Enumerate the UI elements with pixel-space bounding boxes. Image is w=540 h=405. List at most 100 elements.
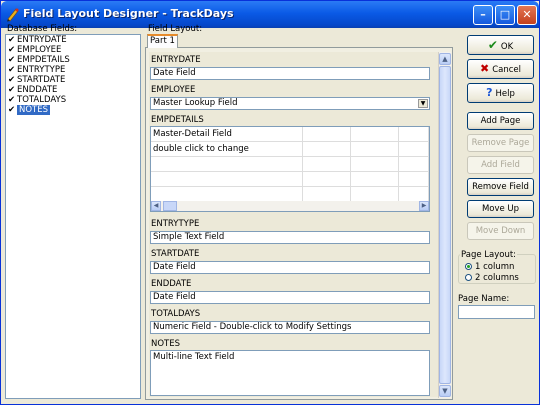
radio-selected-icon bbox=[465, 263, 472, 270]
close-button[interactable]: ✕ bbox=[517, 5, 537, 25]
radio-2-columns-label: 2 columns bbox=[475, 273, 519, 283]
chevron-down-icon[interactable]: ▼ bbox=[418, 99, 428, 108]
checkbox-checked-icon[interactable]: ✔ bbox=[8, 65, 15, 75]
empdetails-grid[interactable]: Master-Detail Field double click to chan… bbox=[150, 126, 430, 212]
grid-cell[interactable] bbox=[151, 157, 303, 172]
grid-row[interactable]: Master-Detail Field bbox=[151, 127, 429, 142]
scroll-right-icon[interactable]: ▶ bbox=[419, 201, 429, 211]
help-button-label: Help bbox=[495, 89, 515, 99]
database-fields-list[interactable]: ✔ ENTRYDATE ✔ EMPLOYEE ✔ EMPDETAILS ✔ ENTRYTYPE… bbox=[5, 34, 141, 399]
scroll-down-icon[interactable]: ▼ bbox=[439, 385, 451, 397]
page-name-input[interactable] bbox=[458, 305, 535, 319]
grid-cell[interactable]: Master-Detail Field bbox=[151, 127, 303, 142]
checkbox-checked-icon[interactable]: ✔ bbox=[8, 75, 15, 85]
entrydate-field[interactable]: Date Field bbox=[150, 67, 430, 80]
grid-cell[interactable] bbox=[303, 142, 351, 157]
move-up-button[interactable]: Move Up bbox=[467, 200, 534, 218]
list-item[interactable]: ✔ NOTES bbox=[6, 105, 140, 115]
remove-page-button[interactable]: Remove Page bbox=[467, 134, 534, 152]
checkbox-checked-icon[interactable]: ✔ bbox=[8, 45, 15, 55]
list-item-label: EMPLOYEE bbox=[17, 45, 62, 55]
grid-cell[interactable]: double click to change bbox=[151, 142, 303, 157]
grid-cell[interactable] bbox=[351, 187, 399, 202]
grid-cell[interactable] bbox=[351, 142, 399, 157]
list-item[interactable]: ✔ ENTRYDATE bbox=[6, 35, 140, 45]
grid-cell[interactable] bbox=[399, 142, 429, 157]
list-item[interactable]: ✔ ENTRYTYPE bbox=[6, 65, 140, 75]
grid-row[interactable] bbox=[151, 187, 429, 202]
grid-row[interactable]: double click to change bbox=[151, 142, 429, 157]
move-down-button[interactable]: Move Down bbox=[467, 222, 534, 240]
employee-label: EMPLOYEE bbox=[151, 85, 196, 95]
grid-row[interactable] bbox=[151, 157, 429, 172]
grid-cell[interactable] bbox=[303, 187, 351, 202]
grid-cell[interactable] bbox=[303, 127, 351, 142]
vertical-scroll-thumb[interactable] bbox=[439, 66, 451, 384]
list-item[interactable]: ✔ EMPDETAILS bbox=[6, 55, 140, 65]
add-field-button[interactable]: Add Field bbox=[467, 156, 534, 174]
database-fields-label: Database Fields: bbox=[7, 24, 78, 34]
checkbox-checked-icon[interactable]: ✔ bbox=[8, 105, 15, 115]
minimize-button[interactable]: – bbox=[473, 5, 493, 25]
startdate-field[interactable]: Date Field bbox=[150, 261, 430, 274]
employee-combobox-value: Master Lookup Field bbox=[153, 98, 238, 108]
totaldays-label: TOTALDAYS bbox=[151, 309, 201, 319]
title-bar[interactable]: Field Layout Designer - TrackDays – □ ✕ bbox=[1, 1, 539, 28]
enddate-field[interactable]: Date Field bbox=[150, 291, 430, 304]
remove-field-button[interactable]: Remove Field bbox=[467, 178, 534, 196]
totaldays-field[interactable]: Numeric Field - Double-click to Modify S… bbox=[150, 321, 430, 334]
enddate-label: ENDDATE bbox=[151, 279, 192, 289]
list-item-label: TOTALDAYS bbox=[17, 95, 67, 105]
list-item-label: ENTRYDATE bbox=[17, 35, 67, 45]
checkbox-checked-icon[interactable]: ✔ bbox=[8, 55, 15, 65]
list-item-label: EMPDETAILS bbox=[17, 55, 70, 65]
list-item[interactable]: ✔ TOTALDAYS bbox=[6, 95, 140, 105]
radio-1-column-label: 1 column bbox=[475, 262, 515, 272]
grid-cell[interactable] bbox=[151, 187, 303, 202]
field-layout-label: Field Layout: bbox=[148, 24, 203, 34]
grid-cell[interactable] bbox=[351, 172, 399, 187]
checkbox-checked-icon[interactable]: ✔ bbox=[8, 35, 15, 45]
cancel-button[interactable]: ✖ Cancel bbox=[467, 59, 534, 79]
grid-cell[interactable] bbox=[399, 172, 429, 187]
ok-button-label: OK bbox=[500, 42, 514, 52]
grid-horizontal-scrollbar[interactable]: ◀ ▶ bbox=[151, 201, 429, 211]
checkbox-checked-icon[interactable]: ✔ bbox=[8, 85, 15, 95]
entrydate-label: ENTRYDATE bbox=[151, 55, 201, 65]
add-page-button[interactable]: Add Page bbox=[467, 112, 534, 130]
scroll-up-icon[interactable]: ▲ bbox=[439, 53, 451, 65]
grid-scroll-thumb[interactable] bbox=[163, 201, 177, 211]
grid-cell[interactable] bbox=[399, 187, 429, 202]
grid-cell[interactable] bbox=[303, 172, 351, 187]
notes-field[interactable]: Multi-line Text Field bbox=[150, 350, 430, 396]
radio-1-column[interactable]: 1 column bbox=[465, 262, 514, 272]
grid-cell[interactable] bbox=[151, 172, 303, 187]
maximize-button[interactable]: □ bbox=[495, 5, 515, 25]
radio-2-columns[interactable]: 2 columns bbox=[465, 273, 519, 283]
page-name-label: Page Name: bbox=[458, 294, 510, 304]
grid-cell[interactable] bbox=[399, 127, 429, 142]
list-item[interactable]: ✔ ENDDATE bbox=[6, 85, 140, 95]
grid-cell[interactable] bbox=[351, 157, 399, 172]
empdetails-label: EMPDETAILS bbox=[151, 115, 204, 125]
tab-part-1[interactable]: Part 1 bbox=[147, 34, 178, 48]
cancel-button-label: Cancel bbox=[492, 65, 521, 75]
scroll-left-icon[interactable]: ◀ bbox=[151, 201, 161, 211]
list-item[interactable]: ✔ EMPLOYEE bbox=[6, 45, 140, 55]
grid-row[interactable] bbox=[151, 172, 429, 187]
grid-cell[interactable] bbox=[399, 157, 429, 172]
list-item[interactable]: ✔ STARTDATE bbox=[6, 75, 140, 85]
grid-cell[interactable] bbox=[303, 157, 351, 172]
checkbox-checked-icon[interactable]: ✔ bbox=[8, 95, 15, 105]
field-layout-vertical-scrollbar[interactable]: ▲ ▼ bbox=[438, 52, 451, 398]
help-question-icon: ? bbox=[486, 86, 493, 99]
entrytype-field[interactable]: Simple Text Field bbox=[150, 231, 430, 244]
grid-cell[interactable] bbox=[351, 127, 399, 142]
app-icon bbox=[7, 8, 19, 22]
entrytype-label: ENTRYTYPE bbox=[151, 219, 200, 229]
startdate-label: STARTDATE bbox=[151, 249, 200, 259]
help-button[interactable]: ? Help bbox=[467, 83, 534, 103]
ok-button[interactable]: ✔ OK bbox=[467, 35, 534, 55]
employee-combobox[interactable]: Master Lookup Field ▼ bbox=[150, 97, 430, 110]
list-item-label: NOTES bbox=[17, 105, 51, 115]
